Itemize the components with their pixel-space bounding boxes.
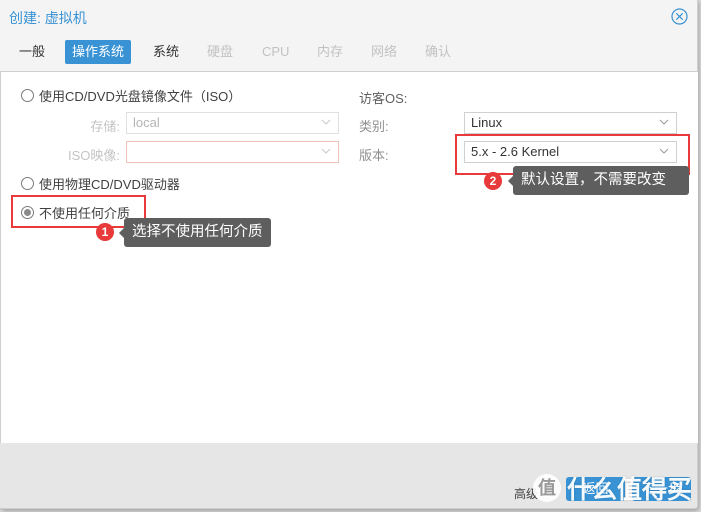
annotation-tooltip-2: 默认设置，不需要改变	[508, 166, 689, 195]
chevron-down-icon	[321, 119, 331, 125]
radio-unchecked[interactable]	[21, 89, 34, 102]
dialog-title: 创建: 虚拟机	[9, 10, 87, 26]
os-version-select[interactable]: 5.x - 2.6 Kernel	[464, 141, 677, 163]
annotation-tooltip-1: 选择不使用任何介质	[119, 218, 271, 247]
physical-drive-radio[interactable]: 使用物理CD/DVD驱动器	[21, 174, 180, 193]
create-vm-dialog: 创建: 虚拟机 一般 操作系统 系统 硬盘 CPU 内存 网络 确认 使用CD/…	[0, 0, 698, 509]
iso-option-radio[interactable]: 使用CD/DVD光盘镜像文件（ISO）	[21, 86, 241, 105]
no-media-radio[interactable]: 不使用任何介质	[21, 203, 130, 222]
tab-network: 网络	[371, 44, 398, 59]
advanced-checkbox-label[interactable]: 高级	[514, 485, 538, 502]
chevron-down-icon	[321, 148, 331, 154]
iso-option-label: 使用CD/DVD光盘镜像文件（ISO）	[39, 89, 242, 104]
tab-general[interactable]: 一般	[12, 40, 52, 64]
none-option-label: 不使用任何介质	[39, 206, 131, 221]
os-type-value: Linux	[471, 115, 503, 130]
os-type-select[interactable]: Linux	[464, 112, 677, 134]
iso-image-select	[126, 141, 339, 163]
iso-image-label: ISO映像:	[67, 148, 120, 163]
next-button[interactable]: 下一步	[632, 477, 691, 501]
physical-option-label: 使用物理CD/DVD驱动器	[39, 177, 180, 192]
tab-system[interactable]: 系统	[146, 40, 186, 64]
storage-value: local	[133, 115, 160, 130]
chevron-down-icon	[659, 119, 669, 125]
type-label: 类别:	[359, 119, 389, 134]
storage-label: 存储:	[90, 119, 120, 134]
guest-os-heading: 访客OS:	[359, 91, 408, 106]
tab-os[interactable]: 操作系统	[65, 40, 132, 64]
radio-checked[interactable]	[21, 206, 34, 219]
annotation-badge-1: 1	[96, 223, 114, 241]
close-icon[interactable]	[671, 8, 688, 25]
version-label: 版本:	[359, 148, 389, 163]
chevron-down-icon	[659, 148, 669, 154]
radio-unchecked[interactable]	[21, 177, 34, 190]
tab-memory: 内存	[317, 44, 344, 59]
tab-confirm: 确认	[425, 44, 452, 59]
os-version-value: 5.x - 2.6 Kernel	[471, 144, 560, 159]
storage-select: local	[126, 112, 339, 134]
back-button[interactable]: 返回	[566, 477, 625, 501]
tab-disk: 硬盘	[207, 44, 234, 59]
annotation-badge-2: 2	[484, 172, 502, 190]
tab-cpu: CPU	[262, 44, 290, 59]
